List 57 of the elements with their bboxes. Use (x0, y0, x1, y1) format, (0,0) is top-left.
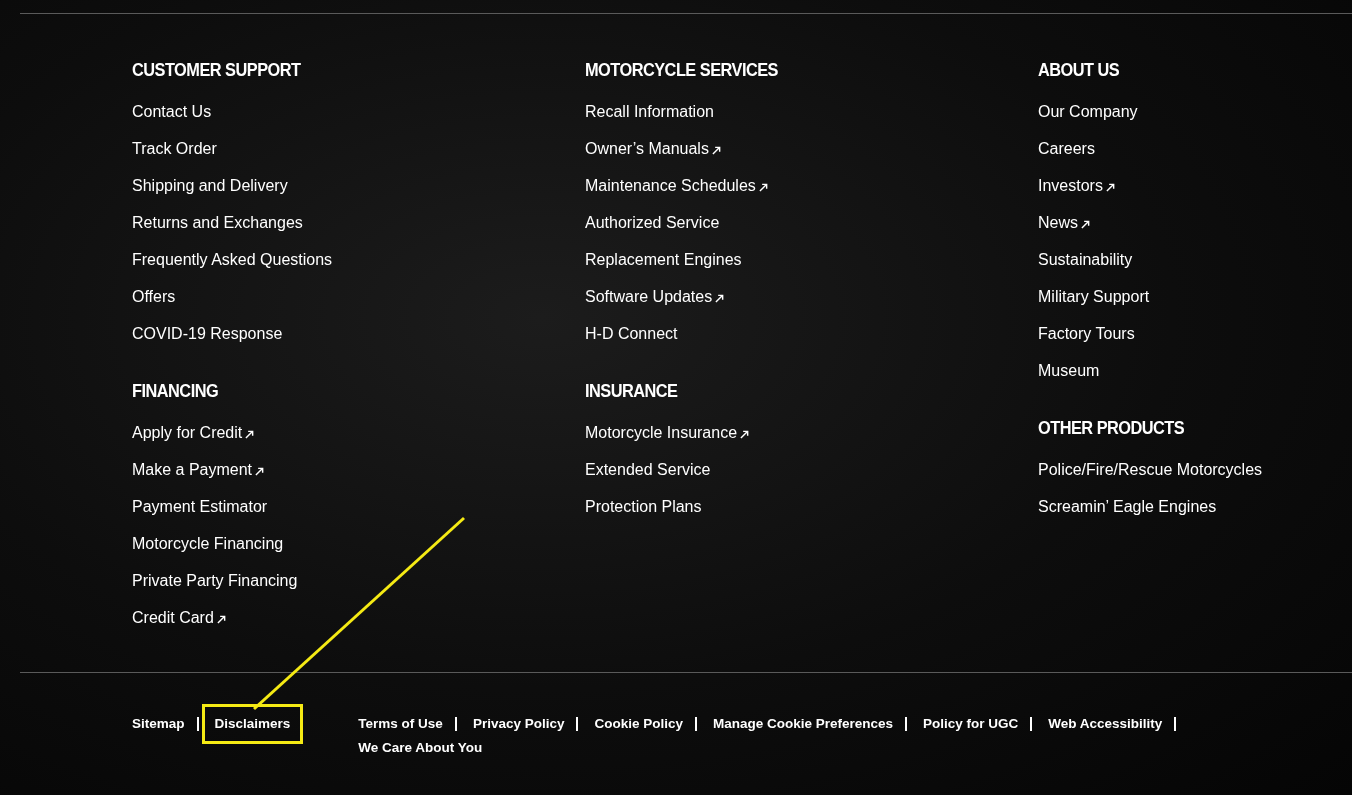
footer-link[interactable]: Motorcycle Insurance (585, 414, 750, 451)
external-link-icon (255, 466, 265, 476)
external-link-icon (740, 429, 750, 439)
section-heading: FINANCING (132, 379, 220, 403)
footer-link[interactable]: Private Party Financing (132, 562, 298, 599)
footer-link[interactable]: Recall Information (585, 93, 714, 130)
external-link-icon (711, 145, 721, 155)
footer-link[interactable]: Factory Tours (1038, 315, 1135, 352)
footer-link[interactable]: Replacement Engines (585, 241, 742, 278)
legal-link[interactable]: Terms of Use (358, 714, 443, 734)
legal-link[interactable]: Policy for UGC (923, 714, 1019, 734)
footer-link[interactable]: Our Company (1038, 93, 1138, 130)
footer-link[interactable]: Protection Plans (585, 488, 702, 525)
section-heading: CUSTOMER SUPPORT (132, 58, 302, 82)
external-link-icon (1105, 182, 1115, 192)
section-heading: MOTORCYCLE SERVICES (585, 58, 779, 82)
footer-link[interactable]: Owner’s Manuals (585, 130, 721, 167)
legal-link[interactable]: Web Accessibility (1048, 714, 1163, 734)
footer-link[interactable]: Payment Estimator (132, 488, 268, 525)
footer-link[interactable]: Apply for Credit (132, 414, 255, 451)
footer-link[interactable]: Motorcycle Financing (132, 525, 284, 562)
section-heading: OTHER PRODUCTS (1038, 416, 1186, 440)
legal-link[interactable]: We Care About You (358, 738, 483, 758)
footer-link[interactable]: Sitemap (132, 714, 185, 734)
footer-link[interactable]: Museum (1038, 352, 1100, 389)
footer-link[interactable]: News (1038, 204, 1090, 241)
footer-link[interactable]: Returns and Exchanges (132, 204, 303, 241)
footer-link[interactable]: Disclaimers (204, 707, 301, 741)
footer-link[interactable]: Offers (132, 278, 176, 315)
footer-link[interactable]: Extended Service (585, 451, 711, 488)
footer-link[interactable]: Military Support (1038, 278, 1150, 315)
footer-link[interactable]: Software Updates (585, 278, 725, 315)
footer-link[interactable]: Contact Us (132, 93, 212, 130)
footer-link[interactable]: Maintenance Schedules (585, 167, 768, 204)
legal-link[interactable]: Privacy Policy (472, 714, 565, 734)
section-heading: INSURANCE (585, 379, 679, 403)
footer-link[interactable]: Police/Fire/Rescue Motorcycles (1038, 451, 1263, 488)
footer-link[interactable]: Shipping and Delivery (132, 167, 288, 204)
external-link-icon (1081, 219, 1090, 229)
footer-link[interactable]: H-D Connect (585, 315, 678, 352)
external-link-icon (715, 293, 725, 303)
footer-link[interactable]: COVID-19 Response (132, 315, 283, 352)
external-link-icon (758, 182, 768, 192)
external-link-icon (216, 614, 226, 624)
footer-link[interactable]: Investors (1038, 167, 1115, 204)
footer-link[interactable]: Credit Card (132, 599, 226, 636)
footer-link[interactable]: Careers (1038, 130, 1095, 167)
footer-link[interactable]: Track Order (132, 130, 217, 167)
section-heading: ABOUT US (1038, 58, 1121, 82)
external-link-icon (245, 429, 255, 439)
footer-link[interactable]: Make a Payment (132, 451, 265, 488)
footer-link[interactable]: Sustainability (1038, 241, 1133, 278)
footer-link[interactable]: Frequently Asked Questions (132, 241, 333, 278)
legal-link[interactable]: Cookie Policy (594, 714, 683, 734)
footer-link[interactable]: Authorized Service (585, 204, 720, 241)
footer-link[interactable]: Screamin’ Eagle Engines (1038, 488, 1217, 525)
legal-link[interactable]: Manage Cookie Preferences (712, 714, 894, 734)
